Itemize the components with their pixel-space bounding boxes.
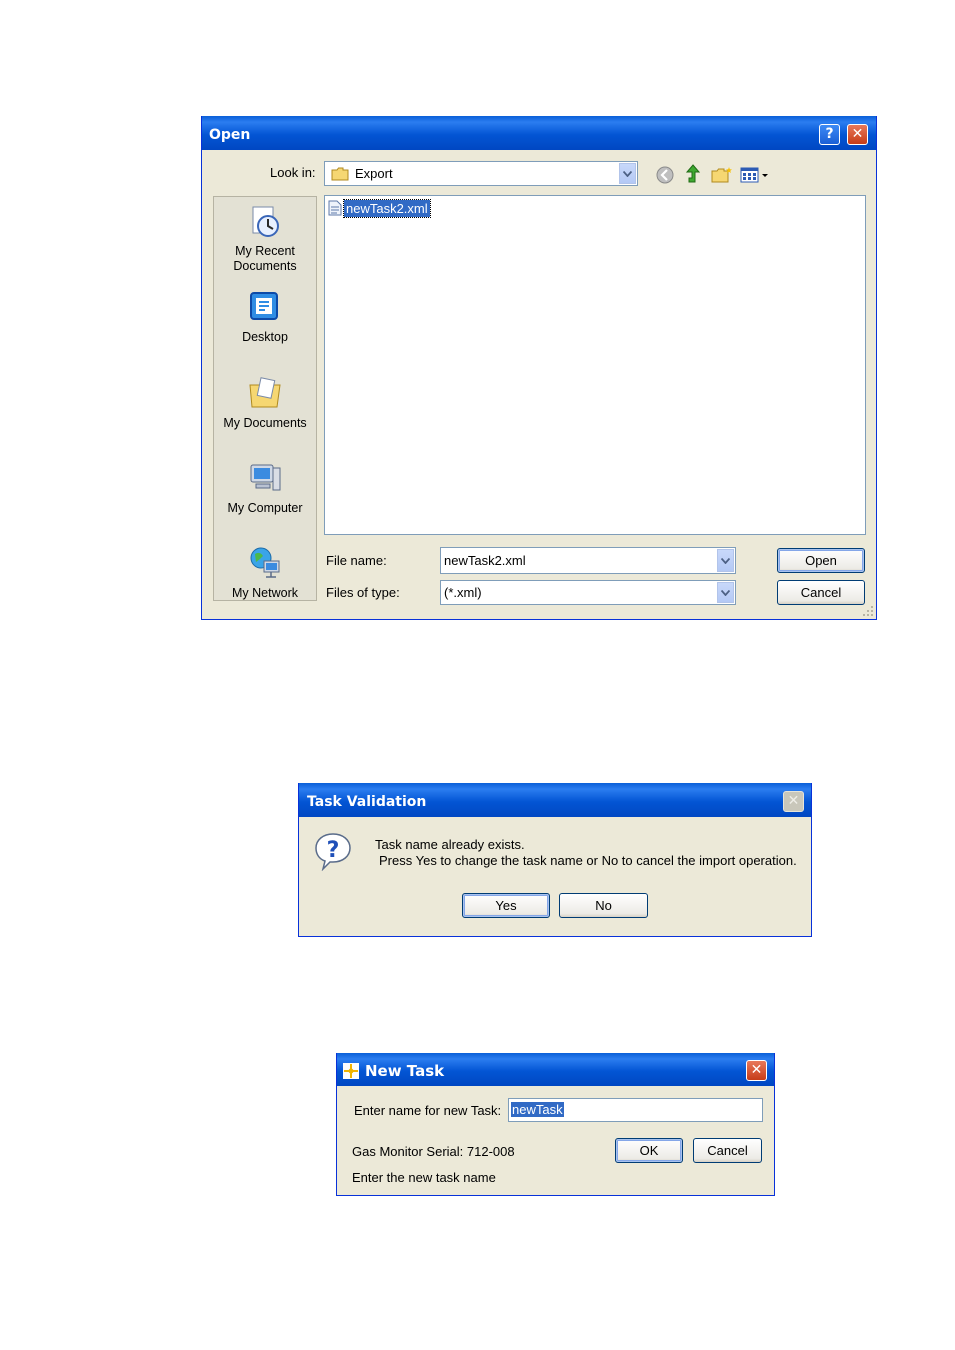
no-button-label: No — [595, 898, 612, 913]
file-name: newTask2.xml — [343, 198, 431, 218]
new-task-titlebar[interactable]: New Task ✕ — [337, 1053, 774, 1086]
desktop-icon — [250, 292, 278, 320]
task-validation-title: Task Validation — [307, 794, 427, 810]
look-in-value: Export — [355, 166, 393, 181]
recent-documents-icon — [252, 206, 279, 237]
open-dialog: Open ? ✕ Look in: Export My Recent Docum… — [201, 116, 877, 620]
place-label: My Documents — [223, 416, 307, 430]
places-bar: My Recent Documents Desktop My Documents — [213, 196, 317, 601]
new-task-title: New Task — [365, 1062, 445, 1080]
file-type-dropdown-button[interactable] — [717, 582, 734, 603]
new-task-name-value: newTask — [511, 1102, 564, 1117]
folder-icon — [331, 167, 349, 181]
open-dialog-titlebar[interactable]: Open ? ✕ — [202, 116, 876, 150]
new-task-prompt-label: Enter name for new Task: — [354, 1103, 502, 1118]
file-name-label: File name: — [326, 553, 387, 568]
gas-monitor-serial: Gas Monitor Serial: 712-008 — [352, 1144, 515, 1159]
look-in-combo[interactable]: Export — [324, 161, 638, 186]
close-button[interactable]: ✕ — [847, 124, 868, 145]
file-name-dropdown-button[interactable] — [717, 549, 734, 572]
yes-button[interactable]: Yes — [462, 893, 550, 918]
task-validation-dialog: Task Validation ✕ ? Task name already ex… — [298, 783, 812, 937]
my-computer-icon — [250, 464, 281, 491]
my-documents-icon — [249, 377, 281, 408]
file-name-value: newTask2.xml — [444, 553, 526, 568]
close-button[interactable]: ✕ — [746, 1060, 767, 1081]
chevron-down-icon — [721, 557, 730, 564]
close-icon: ✕ — [851, 126, 864, 142]
place-my-documents[interactable]: My Documents — [214, 375, 316, 431]
help-icon: ? — [825, 126, 834, 142]
new-task-name-input[interactable]: newTask — [508, 1098, 763, 1122]
close-icon: ✕ — [750, 1062, 763, 1078]
open-button-label: Open — [805, 553, 837, 568]
place-label: My Network — [232, 586, 298, 600]
view-menu-icon[interactable] — [740, 167, 770, 183]
open-dialog-title: Open — [209, 127, 251, 143]
chevron-down-icon — [623, 170, 632, 177]
validation-message-line2: Press Yes to change the task name or No … — [379, 853, 797, 868]
cancel-button-label: Cancel — [707, 1143, 748, 1158]
yes-button-label: Yes — [495, 898, 517, 913]
place-my-recent-documents[interactable]: My Recent Documents — [214, 203, 316, 274]
file-name-combo[interactable]: newTask2.xml — [440, 547, 736, 574]
file-list[interactable]: newTask2.xml — [324, 195, 866, 535]
task-validation-titlebar[interactable]: Task Validation ✕ — [299, 783, 811, 817]
place-label: Desktop — [242, 330, 288, 344]
ok-button-label: OK — [639, 1143, 659, 1158]
new-task-dialog: New Task ✕ Enter name for new Task: newT… — [336, 1053, 775, 1196]
xml-file-icon — [328, 200, 342, 216]
open-button[interactable]: Open — [777, 548, 865, 573]
close-icon: ✕ — [787, 793, 800, 809]
new-folder-icon[interactable] — [711, 166, 733, 184]
close-button-disabled: ✕ — [783, 791, 804, 812]
file-type-combo[interactable]: (*.xml) — [440, 580, 736, 605]
cancel-button-label: Cancel — [800, 585, 842, 600]
my-network-icon — [250, 547, 280, 578]
no-button[interactable]: No — [559, 893, 648, 918]
resize-grip-icon[interactable] — [862, 605, 874, 617]
look-in-label: Look in: — [270, 165, 316, 180]
file-type-label: Files of type: — [326, 585, 400, 600]
question-icon: ? — [315, 833, 351, 871]
place-my-network[interactable]: My Network — [214, 545, 316, 601]
place-desktop[interactable]: Desktop — [214, 289, 316, 345]
file-type-value: (*.xml) — [444, 585, 482, 600]
new-task-cancel-button[interactable]: Cancel — [693, 1138, 762, 1163]
look-in-dropdown-button[interactable] — [619, 163, 636, 184]
place-label: My Recent Documents — [233, 244, 297, 273]
up-folder-icon[interactable] — [684, 164, 702, 184]
app-icon — [343, 1063, 359, 1079]
file-item[interactable]: newTask2.xml — [328, 198, 431, 218]
svg-text:?: ? — [327, 838, 340, 863]
place-my-computer[interactable]: My Computer — [214, 460, 316, 516]
place-label: My Computer — [227, 501, 303, 515]
status-text: Enter the new task name — [352, 1170, 496, 1185]
chevron-down-icon — [721, 589, 730, 596]
back-icon[interactable] — [656, 166, 674, 184]
open-dialog-cancel-button[interactable]: Cancel — [777, 580, 865, 605]
validation-message-line1: Task name already exists. — [375, 837, 525, 852]
ok-button[interactable]: OK — [615, 1138, 683, 1163]
help-button[interactable]: ? — [819, 124, 840, 145]
